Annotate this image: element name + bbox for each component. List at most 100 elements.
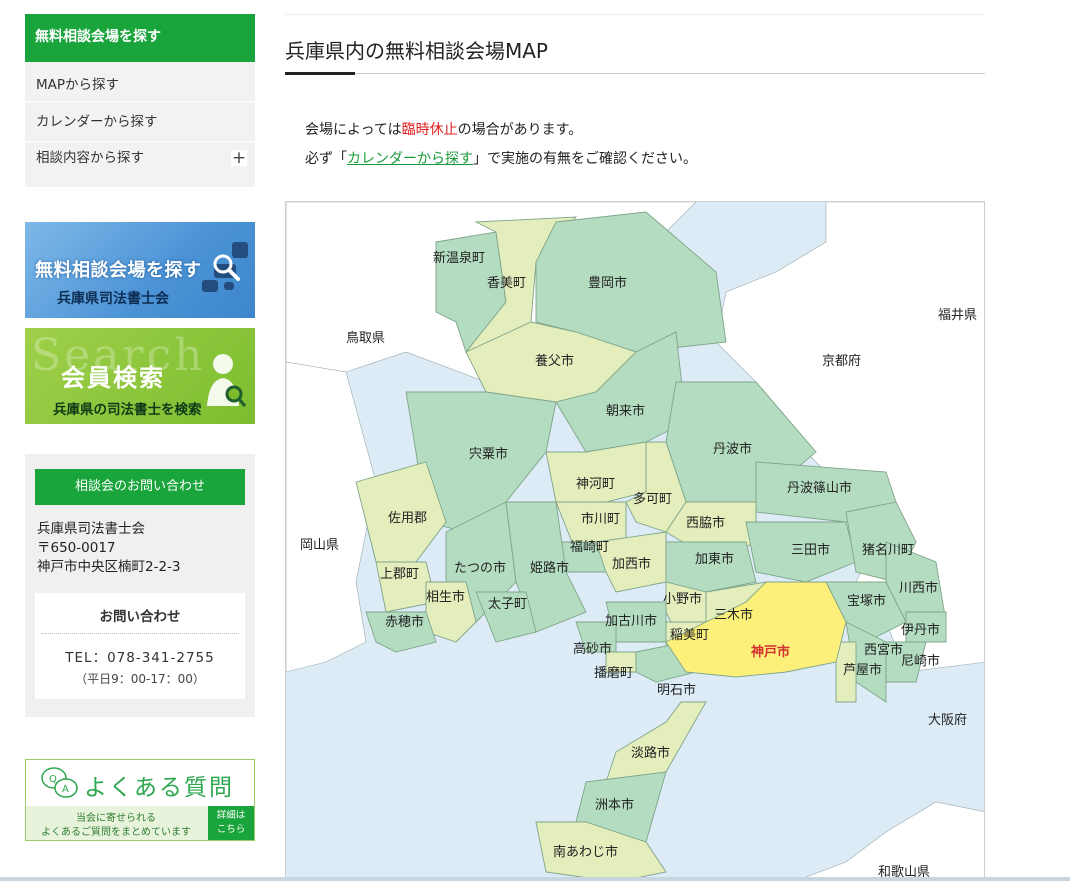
map-label-sayo: 佐用郡 bbox=[388, 511, 427, 526]
map-label-tamba: 丹波市 bbox=[713, 441, 752, 457]
inquiry-panel: お問い合わせ TEL：078-341-2755 （平日9：00-17：00） bbox=[35, 593, 245, 699]
title-accent-bar bbox=[285, 72, 355, 75]
contact-tel[interactable]: TEL：078-341-2755 bbox=[41, 646, 239, 666]
region-awaji bbox=[605, 701, 707, 783]
map-label-taishi: 太子町 bbox=[488, 597, 527, 612]
search-venue-banner[interactable]: 無料相談会場を探す 兵庫県司法書士会 bbox=[25, 222, 255, 318]
faq-banner[interactable]: Q A よくある質問 当会に寄せられる よくあるご質問をまとめています 詳細は … bbox=[25, 759, 255, 841]
map-label-fukusaki: 福崎町 bbox=[570, 540, 609, 555]
map-label-ako: 赤穂市 bbox=[385, 614, 424, 630]
map-label-awaji: 淡路市 bbox=[631, 745, 670, 761]
contact-address: 兵庫県司法書士会 〒650-0017 神戸市中央区楠町2-2-3 bbox=[35, 505, 245, 577]
menu-title: 無料相談会場を探す bbox=[25, 14, 255, 62]
contact-street: 神戸市中央区楠町2-2-3 bbox=[37, 559, 181, 575]
member-banner-title: 会員検索 bbox=[61, 364, 165, 392]
main-content: 兵庫県内の無料相談会場MAP 会場によっては臨時休止の場合があります。 必ず「カ… bbox=[285, 14, 985, 881]
map-label-toyooka: 豊岡市 bbox=[588, 275, 627, 291]
map-label-kyoto: 京都府 bbox=[822, 354, 861, 369]
faq-sub-line1: 当会に寄せられる bbox=[76, 813, 156, 824]
plus-icon[interactable]: + bbox=[231, 150, 247, 167]
menu-item-calendar[interactable]: カレンダーから探す bbox=[25, 102, 255, 142]
map-label-taka: 多可町 bbox=[633, 491, 672, 507]
map-label-kasai: 加西市 bbox=[612, 556, 651, 572]
notice-line2: 必ず「カレンダーから探す」で実施の有無をご確認ください。 bbox=[305, 145, 985, 174]
search-banner-title: 無料相談会場を探す bbox=[35, 260, 202, 281]
region-kamikawa bbox=[545, 441, 647, 503]
member-search-banner[interactable]: Search 会員検索 兵庫県の司法書士を検索 bbox=[25, 328, 255, 424]
notice-text: 会場によっては bbox=[305, 122, 402, 138]
map-label-nishinomiya: 西宮市 bbox=[864, 642, 903, 658]
map-label-tambasasayama: 丹波篠山市 bbox=[787, 480, 852, 496]
map-label-kato: 加東市 bbox=[695, 551, 734, 567]
map-label-takasago: 高砂市 bbox=[573, 641, 612, 657]
menu-list: MAPから探す カレンダーから探す 相談内容から探す + bbox=[25, 62, 255, 188]
land-okayama bbox=[286, 361, 377, 673]
faq-detail-line1: 詳細は bbox=[216, 810, 246, 821]
title-area: 兵庫県内の無料相談会場MAP bbox=[285, 14, 985, 75]
map-label-sumoto: 洲本市 bbox=[595, 797, 634, 813]
qa-bubble-icon: Q A bbox=[41, 767, 78, 798]
faq-detail-button[interactable]: 詳細は こちら bbox=[208, 806, 254, 840]
map-label-asago: 朝来市 bbox=[606, 403, 645, 419]
contact-heading: 相談会のお問い合わせ bbox=[35, 469, 245, 505]
notice-text: 」で実施の有無をご確認ください。 bbox=[473, 151, 697, 167]
map-label-shinonsen: 新温泉町 bbox=[433, 250, 485, 266]
calendar-link[interactable]: カレンダーから探す bbox=[347, 151, 473, 167]
map-label-kobe[interactable]: 神戸市 bbox=[751, 644, 790, 660]
map-label-kakogawa: 加古川市 bbox=[605, 613, 657, 629]
menu-item-consultation[interactable]: 相談内容から探す + bbox=[25, 142, 255, 188]
map-label-himeji: 姫路市 bbox=[530, 560, 569, 576]
inquiry-title: お問い合わせ bbox=[41, 605, 239, 634]
land-wakayama bbox=[794, 801, 984, 881]
map-label-fukui: 福井県 bbox=[938, 308, 977, 323]
notice-text: の場合があります。 bbox=[457, 122, 583, 138]
map-label-okayama: 岡山県 bbox=[300, 538, 339, 553]
contact-postal: 〒650-0017 bbox=[37, 540, 116, 556]
map-label-kamikawa: 神河町 bbox=[576, 477, 615, 492]
menu-item-map[interactable]: MAPから探す bbox=[25, 62, 255, 102]
map-label-inami: 稲美町 bbox=[670, 628, 709, 643]
map-label-tottori: 鳥取県 bbox=[346, 331, 385, 346]
search-banner-sub: 兵庫県司法書士会 bbox=[57, 291, 169, 307]
map-label-ichikawa: 市川町 bbox=[581, 511, 620, 527]
map-label-ashiya: 芦屋市 bbox=[843, 662, 882, 678]
bottom-scroll-bar bbox=[0, 877, 1070, 881]
map-label-osaka: 大阪府 bbox=[928, 713, 967, 728]
person-search-icon bbox=[207, 354, 247, 407]
map-label-kami: 香美町 bbox=[487, 276, 526, 291]
map-label-inagawa: 猪名川町 bbox=[862, 542, 914, 558]
map-svg: 鳥取県 福井県 京都府 岡山県 大阪府 和歌山県 新温泉町 香美町 豊岡市 養父… bbox=[286, 202, 984, 881]
notice-line1: 会場によっては臨時休止の場合があります。 bbox=[305, 116, 985, 145]
map-label-kamigori: 上郡町 bbox=[380, 567, 419, 582]
contact-org: 兵庫県司法書士会 bbox=[37, 521, 145, 537]
map-label-takarazuka: 宝塚市 bbox=[847, 593, 886, 609]
notice-red-text: 臨時休止 bbox=[401, 122, 458, 138]
map-label-harima: 播磨町 bbox=[594, 666, 633, 681]
hyogo-map: 鳥取県 福井県 京都府 岡山県 大阪府 和歌山県 新温泉町 香美町 豊岡市 養父… bbox=[285, 201, 985, 881]
map-label-minamiawaji: 南あわじ市 bbox=[553, 844, 618, 860]
page-title: 兵庫県内の無料相談会場MAP bbox=[285, 39, 548, 63]
map-label-kawanishi: 川西市 bbox=[899, 580, 938, 596]
map-label-sanda: 三田市 bbox=[791, 542, 830, 558]
notice: 会場によっては臨時休止の場合があります。 必ず「カレンダーから探す」で実施の有無… bbox=[285, 116, 985, 174]
search-icon bbox=[213, 254, 240, 281]
map-label-miki: 三木市 bbox=[714, 607, 753, 623]
svg-text:Q: Q bbox=[49, 774, 57, 785]
contact-box: 相談会のお問い合わせ 兵庫県司法書士会 〒650-0017 神戸市中央区楠町2-… bbox=[25, 454, 255, 717]
faq-detail-line2: こちら bbox=[216, 824, 246, 835]
map-label-shiso: 宍粟市 bbox=[469, 446, 508, 462]
map-label-itami: 伊丹市 bbox=[901, 622, 940, 638]
map-label-aioi: 相生市 bbox=[426, 589, 465, 605]
contact-hours: （平日9：00-17：00） bbox=[75, 672, 205, 686]
svg-text:A: A bbox=[62, 784, 69, 795]
notice-text: 必ず「 bbox=[305, 151, 347, 167]
faq-sub-line2: よくあるご質問をまとめています bbox=[41, 827, 191, 838]
map-label-nishiwaki: 西脇市 bbox=[686, 515, 725, 531]
region-kato bbox=[665, 541, 757, 593]
map-label-ono: 小野市 bbox=[663, 591, 702, 607]
menu-item-consultation-label: 相談内容から探す bbox=[36, 150, 144, 166]
map-label-tatsuno: たつの市 bbox=[454, 560, 506, 576]
faq-title: よくある質問 bbox=[84, 775, 234, 801]
sidebar: 無料相談会場を探す MAPから探す カレンダーから探す 相談内容から探す + 無… bbox=[25, 14, 255, 841]
member-banner-sub: 兵庫県の司法書士を検索 bbox=[53, 402, 202, 418]
